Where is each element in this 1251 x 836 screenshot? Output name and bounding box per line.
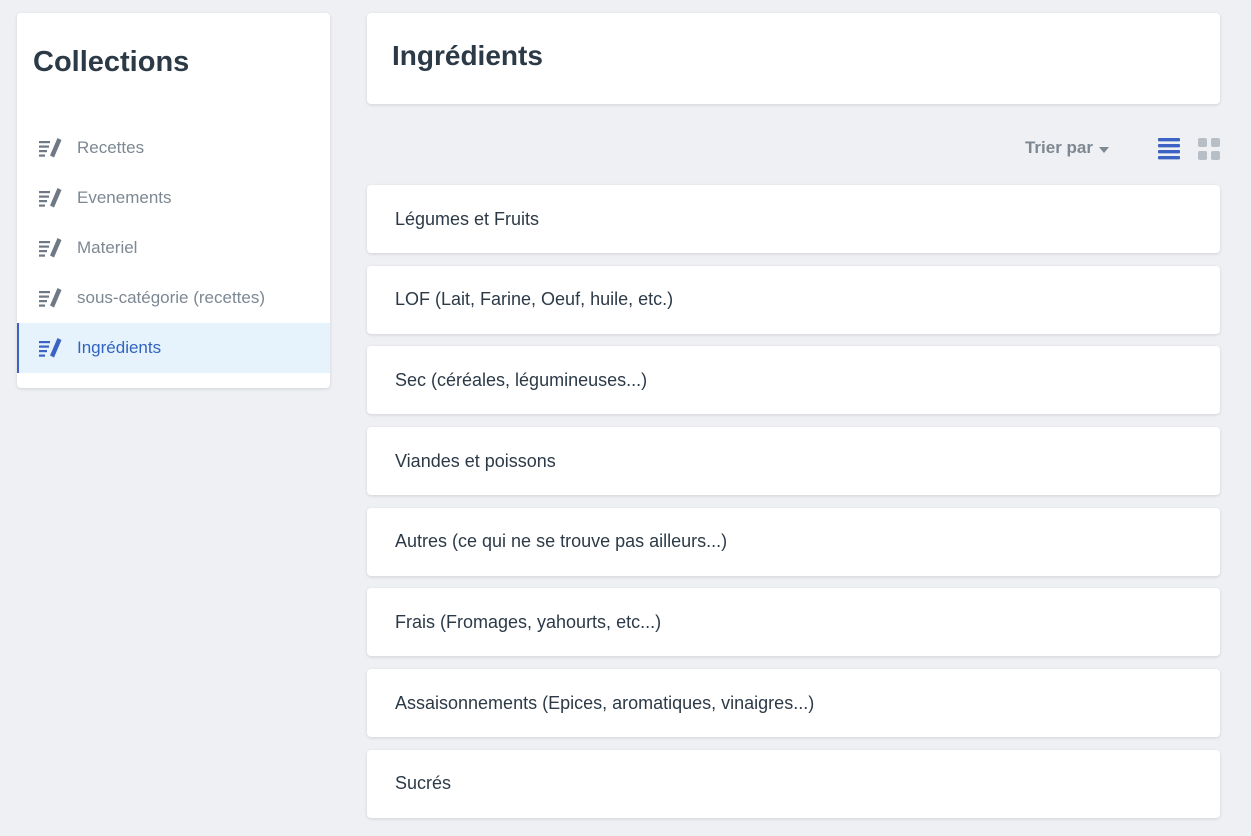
- caret-down-icon: [1099, 146, 1109, 153]
- sidebar-item-label: Materiel: [77, 238, 138, 257]
- sidebar-item-materiel[interactable]: Materiel: [17, 223, 330, 273]
- list-item[interactable]: Assaisonnements (Epices, aromatiques, vi…: [367, 669, 1220, 738]
- list-item[interactable]: Sec (céréales, légumineuses...): [367, 346, 1220, 415]
- edit-list-icon: [39, 237, 63, 259]
- edit-list-icon: [39, 287, 63, 309]
- list-view-icon[interactable]: [1157, 135, 1181, 161]
- sidebar-item-sous-categorie[interactable]: sous-catégorie (recettes): [17, 273, 330, 323]
- sort-dropdown[interactable]: Trier par: [1025, 138, 1109, 158]
- collections-sidebar: Collections Recettes Evenements Materiel…: [17, 13, 330, 388]
- page-header: Ingrédients: [367, 13, 1220, 104]
- list-item[interactable]: LOF (Lait, Farine, Oeuf, huile, etc.): [367, 265, 1220, 334]
- sidebar-title: Collections: [33, 46, 190, 78]
- list-item[interactable]: Légumes et Fruits: [367, 185, 1220, 253]
- list-item[interactable]: Frais (Fromages, yahourts, etc...): [367, 588, 1220, 657]
- sidebar-item-label: sous-catégorie (recettes): [77, 288, 266, 307]
- sidebar-item-label: Recettes: [77, 138, 145, 157]
- sidebar-item-recettes[interactable]: Recettes: [17, 123, 330, 173]
- edit-list-icon: [39, 137, 63, 159]
- collections-nav: Recettes Evenements Materiel sous-catégo…: [17, 123, 330, 373]
- collection-entries-list: Légumes et Fruits LOF (Lait, Farine, Oeu…: [367, 185, 1220, 831]
- list-item[interactable]: Viandes et poissons: [367, 427, 1220, 496]
- sidebar-item-ingredients[interactable]: Ingrédients: [17, 323, 330, 373]
- page-title: Ingrédients: [392, 40, 543, 71]
- grid-view-icon[interactable]: [1197, 135, 1221, 161]
- sidebar-item-label: Ingrédients: [77, 338, 162, 357]
- list-item[interactable]: Sucrés: [367, 749, 1220, 818]
- edit-list-icon: [39, 187, 63, 209]
- edit-list-icon: [39, 337, 63, 359]
- list-item[interactable]: Autres (ce qui ne se trouve pas ailleurs…: [367, 507, 1220, 576]
- sidebar-item-label: Evenements: [77, 188, 172, 207]
- sidebar-item-evenements[interactable]: Evenements: [17, 173, 330, 223]
- list-toolbar: Trier par: [1025, 132, 1221, 164]
- sort-label: Trier par: [1024, 138, 1093, 157]
